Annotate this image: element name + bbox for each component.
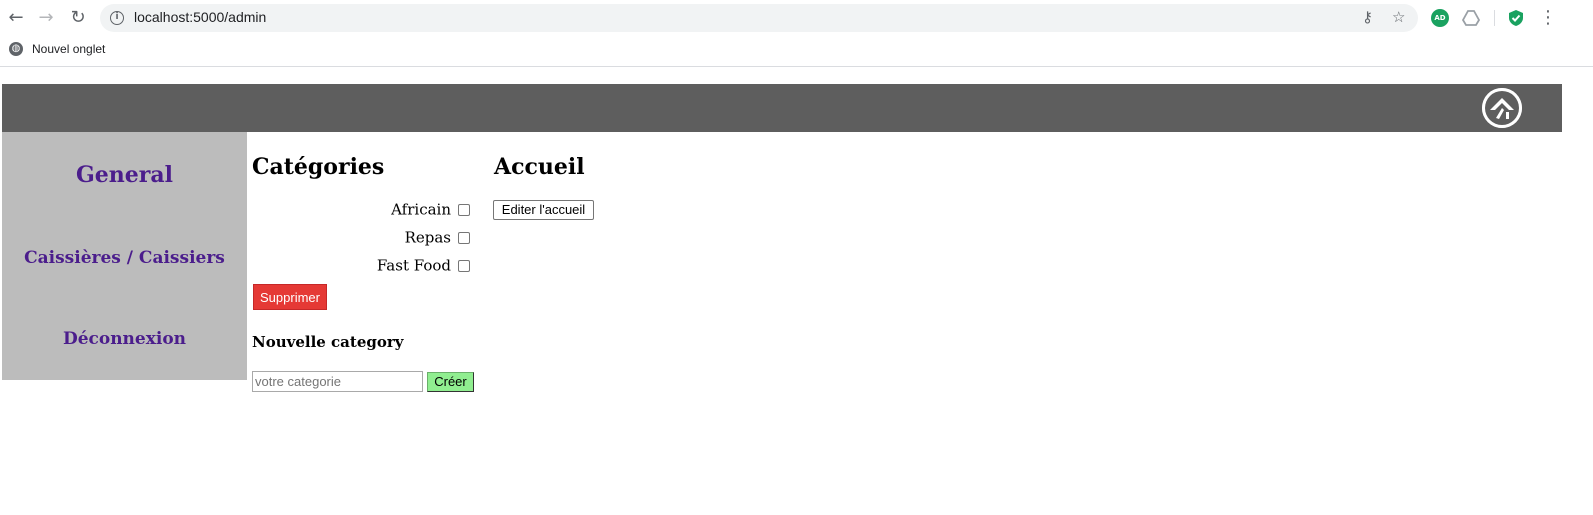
- sidebar-item-caissiers[interactable]: Caissières / Caissiers: [2, 248, 247, 268]
- category-checkbox[interactable]: [458, 259, 470, 272]
- globe-icon: ◍: [9, 42, 23, 56]
- sidebar: General Caissières / Caissiers Déconnexi…: [2, 132, 247, 380]
- browser-toolbar: ← → ↻ i localhost:5000/admin ⚷ ☆ AD ⋮: [0, 0, 1593, 36]
- shield-icon: [1509, 10, 1523, 26]
- create-button[interactable]: Créer: [427, 372, 474, 392]
- adblock-extension-icon[interactable]: AD: [1431, 9, 1449, 27]
- star-icon[interactable]: ☆: [1392, 8, 1405, 26]
- delete-button[interactable]: Supprimer: [253, 284, 327, 310]
- sidebar-item-general[interactable]: General: [2, 162, 247, 188]
- category-label: Africain: [391, 200, 451, 219]
- reload-icon[interactable]: ↻: [66, 6, 90, 30]
- category-input[interactable]: [252, 371, 423, 392]
- categories-title: Catégories: [252, 154, 385, 180]
- key-icon[interactable]: ⚷: [1362, 8, 1373, 26]
- category-label: Fast Food: [376, 256, 451, 275]
- category-checkbox[interactable]: [458, 203, 470, 216]
- url-text[interactable]: localhost:5000/admin: [134, 9, 266, 25]
- category-label: Repas: [404, 228, 451, 247]
- drive-icon: [1461, 10, 1481, 26]
- sidebar-item-deconnexion[interactable]: Déconnexion: [2, 329, 247, 349]
- category-row: Repas: [252, 227, 474, 249]
- accueil-title: Accueil: [494, 154, 585, 180]
- bookmark-nouvel-onglet[interactable]: Nouvel onglet: [32, 42, 105, 56]
- forward-icon[interactable]: →: [34, 6, 58, 30]
- info-icon[interactable]: i: [110, 11, 124, 25]
- shield-extension-icon[interactable]: [1507, 9, 1525, 27]
- category-row: Fast Food: [252, 255, 474, 277]
- new-category-title: Nouvelle category: [252, 333, 404, 351]
- drive-extension-icon[interactable]: [1461, 9, 1481, 27]
- back-icon[interactable]: ←: [4, 6, 28, 30]
- category-checkbox[interactable]: [458, 231, 470, 244]
- category-row: Africain: [252, 199, 474, 221]
- page-header: [2, 84, 1562, 132]
- logo-icon: [1482, 88, 1522, 128]
- toolbar-separator: [1494, 10, 1495, 26]
- address-bar[interactable]: i localhost:5000/admin ⚷ ☆: [100, 4, 1418, 32]
- edit-accueil-button[interactable]: Editer l'accueil: [493, 200, 594, 220]
- bookmarks-bar: ◍ Nouvel onglet: [0, 36, 1593, 67]
- menu-icon[interactable]: ⋮: [1536, 6, 1560, 30]
